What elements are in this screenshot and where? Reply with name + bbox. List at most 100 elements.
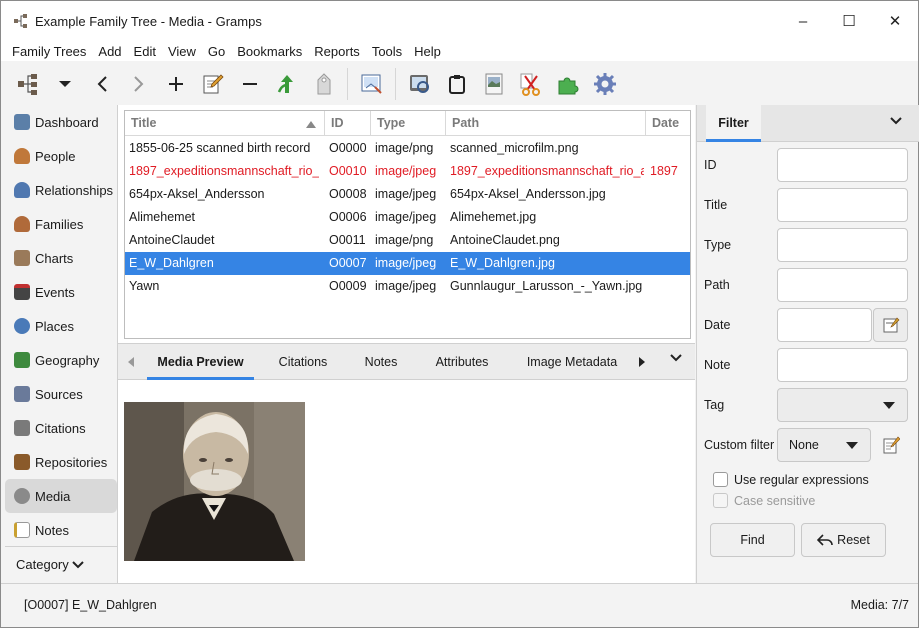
column-header-id[interactable]: ID [325, 111, 371, 136]
menu-edit[interactable]: Edit [128, 44, 162, 59]
menu-tools[interactable]: Tools [366, 44, 408, 59]
find-button[interactable]: Find [710, 523, 795, 557]
tab-citations[interactable]: Citations [267, 344, 339, 380]
custom-filter-label: Custom filter [704, 438, 775, 452]
custom-filter-combo[interactable]: None [777, 428, 871, 462]
sidebar-item-label: Sources [35, 386, 83, 402]
tab-scroll-right-icon[interactable] [637, 356, 647, 368]
filter-id-input[interactable] [777, 148, 908, 182]
cell-path: 1897_expeditionsmannschaft_rio_a... [450, 164, 644, 178]
cell-id: O0010 [329, 164, 367, 178]
custom-filter-value: None [789, 438, 819, 452]
tab-filter[interactable]: Filter [706, 105, 761, 142]
edit-filter-icon[interactable] [882, 436, 900, 454]
sidebar-item-label: Charts [35, 250, 74, 266]
table-row[interactable]: AntoineClaudet O0011 image/png AntoineCl… [125, 229, 690, 252]
puzzle-icon[interactable] [549, 66, 586, 102]
column-header-path[interactable]: Path [446, 111, 646, 136]
media-view-icon[interactable] [401, 66, 438, 102]
sidebar-item-label: Repositories [35, 454, 108, 470]
table-row[interactable]: Yawn O0009 image/jpeg Gunnlaugur_Larusso… [125, 275, 690, 298]
filter-type-input[interactable] [777, 228, 908, 262]
filter-sidebar: Filter ID Title Type Path Date Note Tag … [696, 105, 919, 583]
sidebar-item-families[interactable]: Families [5, 207, 117, 241]
tag-icon[interactable] [305, 66, 342, 102]
navigator-sidebar: Dashboard People Relationships Families … [5, 105, 117, 583]
reset-button[interactable]: Reset [801, 523, 886, 557]
column-header-title[interactable]: Title [125, 111, 325, 136]
table-row[interactable]: 1897_expeditionsmannschaft_rio_a O0010 i… [125, 160, 690, 183]
table-row[interactable]: Alimehemet O0006 image/jpeg Alimehemet.j… [125, 206, 690, 229]
filter-title-input[interactable] [777, 188, 908, 222]
category-selector[interactable]: Category [5, 546, 117, 582]
map-icon [14, 352, 30, 368]
back-icon[interactable] [83, 66, 120, 102]
minimize-button[interactable]: – [780, 1, 826, 41]
dropdown-arrow-icon[interactable] [46, 66, 83, 102]
media-icon [14, 488, 30, 504]
sidebar-item-places[interactable]: Places [5, 309, 117, 343]
remove-icon[interactable] [231, 66, 268, 102]
date-editor-button[interactable] [873, 308, 908, 342]
table-row-selected[interactable]: E_W_Dahlgren O0007 image/jpeg E_W_Dahlgr… [125, 252, 690, 275]
sidebar-item-label: People [35, 148, 76, 164]
menu-reports[interactable]: Reports [308, 44, 366, 59]
tab-scroll-left-icon[interactable] [126, 356, 136, 368]
cut-icon[interactable] [512, 66, 549, 102]
calendar-icon [14, 284, 30, 300]
menu-go[interactable]: Go [202, 44, 231, 59]
tab-media-preview[interactable]: Media Preview [147, 344, 254, 380]
maximize-button[interactable]: ☐ [826, 1, 872, 41]
merge-icon[interactable] [268, 66, 305, 102]
table-row[interactable]: 654px-Aksel_Andersson O0008 image/jpeg 6… [125, 183, 690, 206]
chevron-down-icon[interactable] [670, 354, 682, 362]
close-button[interactable]: ✕ [872, 1, 918, 41]
tree-icon[interactable] [9, 66, 46, 102]
sidebar-item-sources[interactable]: Sources [5, 377, 117, 411]
filter-tag-combo[interactable] [777, 388, 908, 422]
chevron-down-icon[interactable] [890, 117, 902, 125]
edit-icon[interactable] [194, 66, 231, 102]
gear-icon[interactable] [586, 66, 623, 102]
tab-attributes[interactable]: Attributes [426, 344, 498, 380]
menu-view[interactable]: View [162, 44, 202, 59]
forward-icon[interactable] [120, 66, 157, 102]
gramps-app-icon [14, 14, 27, 28]
sidebar-item-events[interactable]: Events [5, 275, 117, 309]
clipboard-icon[interactable] [438, 66, 475, 102]
menu-family-trees[interactable]: Family Trees [1, 44, 92, 59]
tab-image-metadata[interactable]: Image Metadata [517, 344, 627, 380]
image-icon[interactable] [475, 66, 512, 102]
chart-icon [14, 250, 30, 266]
menu-help[interactable]: Help [408, 44, 447, 59]
sidebar-item-people[interactable]: People [5, 139, 117, 173]
sidebar-item-geography[interactable]: Geography [5, 343, 117, 377]
column-header-type[interactable]: Type [371, 111, 446, 136]
sidebar-item-label: Families [35, 216, 84, 232]
sidebar-item-relationships[interactable]: Relationships [5, 173, 117, 207]
cell-title: 1855-06-25 scanned birth record [129, 141, 311, 155]
sidebar-item-charts[interactable]: Charts [5, 241, 117, 275]
use-regex-checkbox[interactable]: Use regular expressions [713, 472, 869, 487]
filter-type-label: Type [704, 238, 732, 252]
menu-add[interactable]: Add [92, 44, 127, 59]
filter-path-input[interactable] [777, 268, 908, 302]
filter-id-label: ID [704, 158, 717, 172]
family-icon [14, 216, 30, 232]
add-icon[interactable] [157, 66, 194, 102]
tab-notes[interactable]: Notes [356, 344, 406, 380]
sidebar-item-dashboard[interactable]: Dashboard [5, 105, 117, 139]
column-header-date[interactable]: Date [646, 111, 690, 136]
toolbar-separator [395, 68, 396, 100]
filter-note-input[interactable] [777, 348, 908, 382]
sidebar-item-media[interactable]: Media [5, 479, 117, 513]
sidebar-item-notes[interactable]: Notes [5, 513, 117, 547]
case-sensitive-checkbox[interactable]: Case sensitive [713, 493, 815, 508]
menu-bookmarks[interactable]: Bookmarks [231, 44, 308, 59]
sidebar-item-citations[interactable]: Citations [5, 411, 117, 445]
filter-date-input[interactable] [777, 308, 872, 342]
cell-title: 1897_expeditionsmannschaft_rio_a [129, 164, 319, 178]
open-folder-icon[interactable] [353, 66, 390, 102]
sidebar-item-repositories[interactable]: Repositories [5, 445, 117, 479]
table-row[interactable]: 1855-06-25 scanned birth record O0000 im… [125, 137, 690, 160]
